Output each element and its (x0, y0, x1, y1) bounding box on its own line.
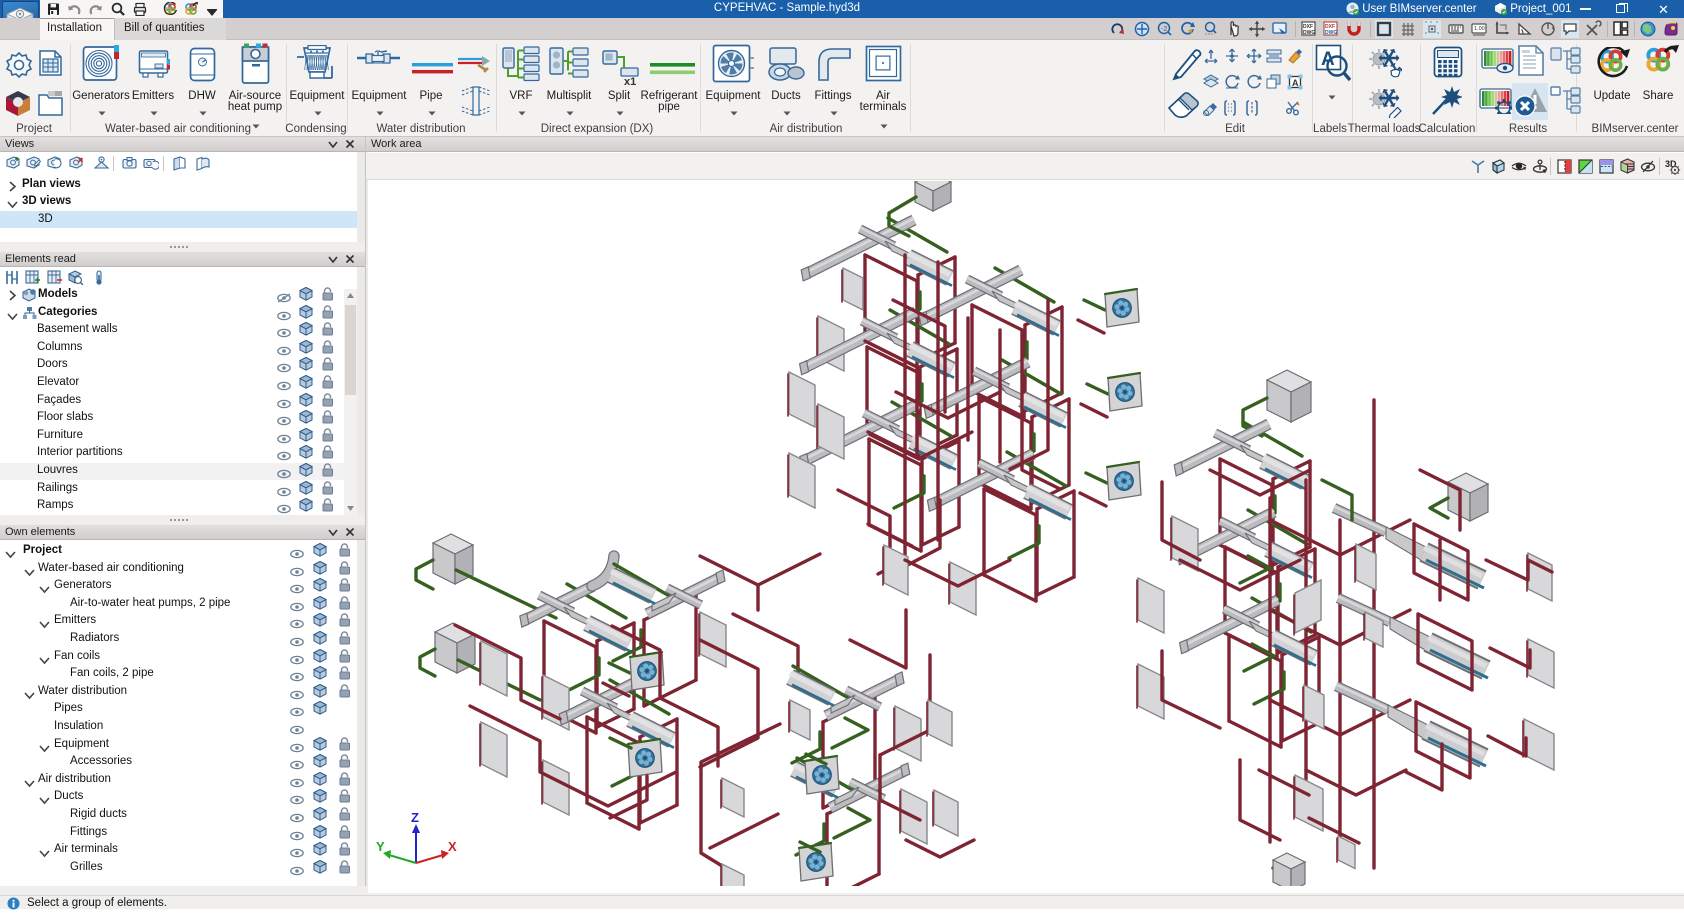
svg-text:A: A (1292, 78, 1299, 88)
svg-text:3D: 3D (1665, 159, 1677, 169)
svg-text:1.00: 1.00 (1474, 26, 1485, 32)
svg-text:DWG: DWG (1325, 30, 1337, 36)
svg-text:X: X (448, 839, 457, 854)
svg-text:-2: -2 (1161, 26, 1167, 33)
svg-text:Z: Z (411, 810, 419, 825)
svg-text:Y: Y (376, 839, 385, 854)
svg-text:x1: x1 (624, 76, 636, 86)
svg-text:DWG: DWG (1303, 30, 1315, 36)
